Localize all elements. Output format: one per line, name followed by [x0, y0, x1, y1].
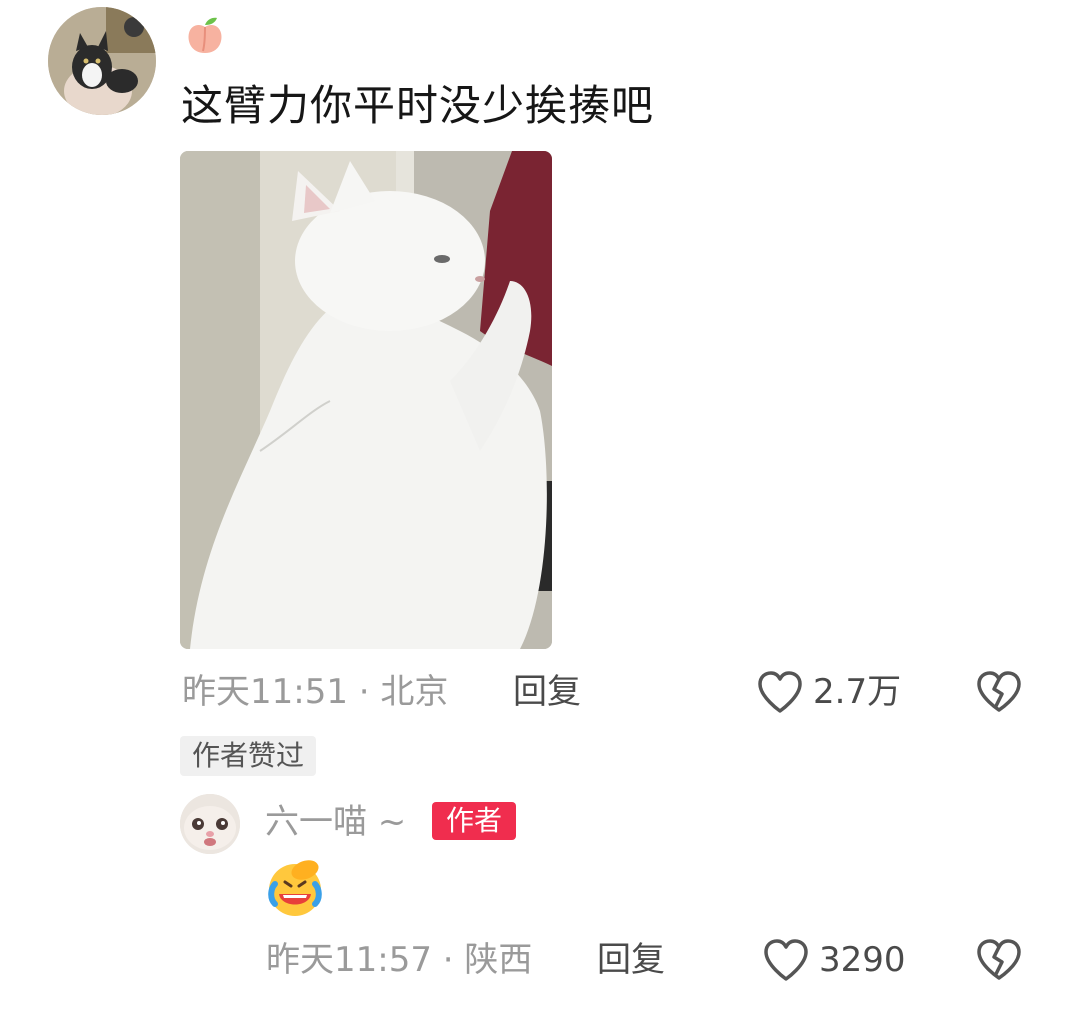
heart-outline-icon: [758, 671, 802, 713]
kitten-face-avatar-icon: [180, 794, 240, 854]
dislike-button[interactable]: [975, 670, 1023, 714]
author-badge: 作者: [432, 802, 516, 840]
peach-emoji-icon: [183, 13, 227, 57]
tuxedo-cat-avatar-icon: [48, 7, 156, 115]
white-cat-photo-icon: [180, 151, 552, 649]
reply-like-button[interactable]: [762, 937, 810, 983]
laughing-crying-emoji-icon: [265, 858, 325, 918]
broken-heart-icon: [977, 939, 1021, 980]
heart-outline-icon: [764, 939, 808, 981]
broken-heart-icon: [977, 671, 1021, 712]
reply-meta: 昨天11:57 · 陕西: [266, 940, 533, 980]
reply-reply-button[interactable]: 回复: [597, 940, 665, 980]
reply-dislike-button[interactable]: [975, 938, 1023, 982]
comment-text: 这臂力你平时没少挨揍吧: [181, 81, 655, 130]
like-count: 2.7万: [813, 672, 902, 712]
commenter-avatar[interactable]: [48, 7, 156, 115]
reply-button[interactable]: 回复: [513, 672, 581, 712]
reply-avatar[interactable]: [180, 794, 240, 854]
author-liked-tag: 作者赞过: [180, 736, 317, 776]
reply-like-count: 3290: [819, 940, 906, 980]
comment-meta: 昨天11:51 · 北京: [182, 672, 449, 712]
reply-username[interactable]: 六一喵 ~: [265, 800, 406, 844]
like-button[interactable]: [756, 669, 804, 715]
comment-image[interactable]: [180, 151, 552, 649]
